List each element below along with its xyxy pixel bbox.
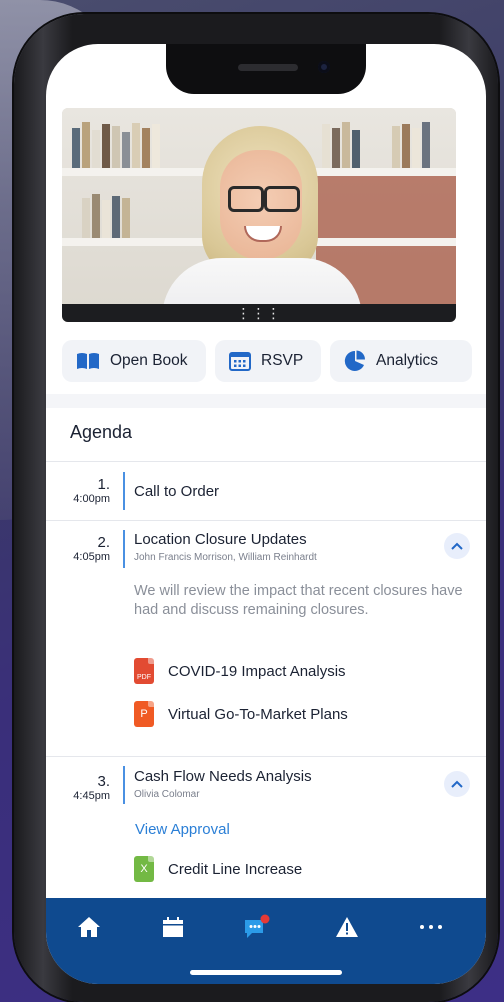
agenda-item-number: 1. — [97, 476, 110, 493]
speaker — [238, 64, 298, 71]
document-link[interactable]: P Virtual Go-To-Market Plans — [134, 701, 348, 727]
agenda-item-time: 4:05pm — [73, 551, 110, 563]
agenda-item-title: Location Closure Updates — [134, 531, 307, 548]
agenda-item-time: 4:45pm — [73, 790, 110, 802]
home-indicator[interactable] — [190, 970, 342, 975]
book-icon — [77, 353, 99, 369]
video-drag-handle[interactable]: ⋮⋮⋮ — [62, 304, 456, 322]
collapse-button[interactable] — [444, 533, 470, 559]
tab-alerts[interactable] — [332, 912, 362, 942]
rsvp-button[interactable]: RSVP — [215, 340, 321, 382]
app-screen: ⋮⋮⋮ Open Book RSVP Analytics Agenda 1. 4… — [46, 44, 486, 984]
open-book-label: Open Book — [110, 352, 188, 369]
agenda-item-number: 3. — [97, 773, 110, 790]
phone-frame: ⋮⋮⋮ Open Book RSVP Analytics Agenda 1. 4… — [14, 14, 498, 1002]
analytics-button[interactable]: Analytics — [330, 340, 472, 382]
chevron-up-icon — [451, 542, 463, 550]
home-icon — [78, 917, 100, 937]
agenda-item-title: Call to Order — [134, 483, 220, 500]
chat-icon — [245, 914, 270, 938]
agenda-item-number: 2. — [97, 534, 110, 551]
view-approval-link[interactable]: View Approval — [135, 821, 230, 838]
agenda-item-time: 4:00pm — [73, 493, 110, 505]
more-icon — [420, 925, 442, 929]
agenda-item-presenters: Olivia Colomar — [134, 789, 200, 800]
spreadsheet-file-icon: X — [134, 856, 154, 882]
video-feed[interactable]: ⋮⋮⋮ — [62, 108, 456, 322]
grip-icon: ⋮⋮⋮ — [236, 305, 282, 321]
presentation-file-icon: P — [134, 701, 154, 727]
analytics-label: Analytics — [376, 352, 439, 369]
tab-home[interactable] — [74, 912, 104, 942]
calendar-grid-icon — [229, 352, 251, 371]
calendar-icon — [163, 917, 183, 937]
tab-messages[interactable] — [242, 912, 272, 942]
document-link[interactable]: PDF COVID-19 Impact Analysis — [134, 658, 346, 684]
pdf-file-icon: PDF — [134, 658, 154, 684]
rsvp-label: RSVP — [261, 352, 304, 369]
document-name: COVID-19 Impact Analysis — [168, 662, 346, 680]
agenda-heading: Agenda — [70, 422, 133, 442]
action-bar: Open Book RSVP Analytics — [62, 340, 472, 382]
open-book-button[interactable]: Open Book — [62, 340, 206, 382]
document-name: Credit Line Increase — [168, 860, 303, 878]
tab-more[interactable] — [416, 912, 446, 942]
document-link[interactable]: X Credit Line Increase — [134, 856, 302, 882]
agenda-item-description: We will review the impact that recent cl… — [134, 583, 463, 618]
pie-chart-icon — [344, 350, 365, 371]
collapse-button[interactable] — [444, 771, 470, 797]
document-name: Virtual Go-To-Market Plans — [168, 705, 348, 723]
agenda-item-title: Cash Flow Needs Analysis — [134, 768, 312, 785]
chevron-up-icon — [451, 780, 463, 788]
alert-icon — [336, 917, 358, 937]
agenda-item-presenters: John Francis Morrison, William Reinhardt — [134, 552, 317, 563]
front-camera — [318, 61, 330, 73]
tab-calendar[interactable] — [158, 912, 188, 942]
notch — [166, 44, 366, 94]
